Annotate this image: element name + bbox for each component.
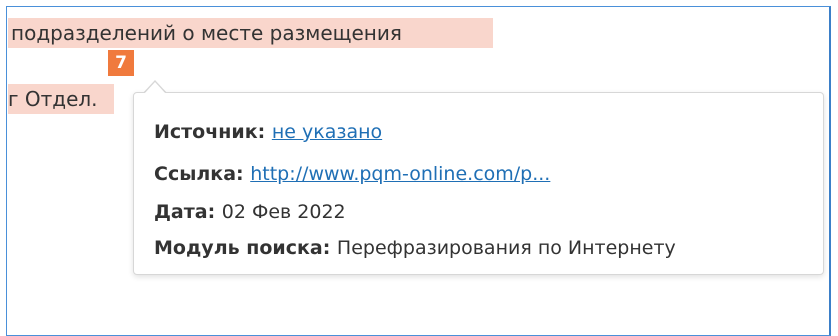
- search-module-value: Перефразирования по Интернету: [336, 237, 676, 259]
- date-label: Дата:: [154, 201, 222, 223]
- search-module-label: Модуль поиска:: [154, 237, 337, 259]
- link-row: Ссылка: http://www.pqm-online.com/p...: [154, 163, 550, 185]
- date-row: Дата: 02 Фев 2022: [154, 201, 346, 223]
- url-link[interactable]: http://www.pqm-online.com/p...: [250, 163, 550, 185]
- source-label: Источник:: [154, 121, 272, 143]
- highlighted-text-line[interactable]: г Отдел.: [8, 84, 114, 114]
- match-number-badge[interactable]: 7: [108, 50, 134, 76]
- link-label: Ссылка:: [154, 163, 251, 185]
- source-info-popup: Источник: не указано Ссылка: http://www.…: [133, 92, 824, 275]
- date-value: 02 Фев 2022: [221, 201, 346, 223]
- highlighted-text-line[interactable]: подразделений о месте размещения: [8, 18, 493, 48]
- source-link[interactable]: не указано: [272, 121, 382, 143]
- search-module-row: Модуль поиска: Перефразирования по Интер…: [154, 237, 676, 259]
- popup-arrow-fill: [144, 82, 166, 94]
- source-row: Источник: не указано: [154, 121, 382, 143]
